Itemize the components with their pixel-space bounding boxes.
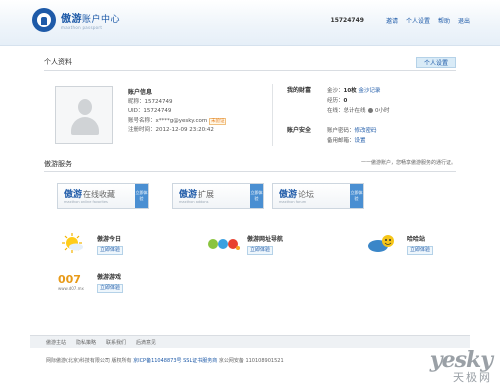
- backup-email-row: 备用邮箱：设置: [327, 138, 366, 144]
- brand-english: maxthon passport: [61, 25, 103, 30]
- account-info-heading: 账户信息: [128, 89, 153, 96]
- game-navigation[interactable]: 傲游网址导航 立即体验: [207, 232, 337, 260]
- set-backup-email-link[interactable]: 设置: [355, 138, 366, 144]
- uid: UID：15724749: [128, 108, 172, 114]
- 466-logo-icon: [208, 239, 240, 250]
- divider: [44, 70, 456, 71]
- haha-icon: [368, 235, 394, 252]
- user-id: 15724749: [330, 17, 364, 24]
- avatar[interactable]: [55, 86, 113, 144]
- divider: [44, 171, 456, 172]
- footer-copyright: 网际傲游(北京)科技有限公司 版权所有 京ICP备11048873号 SSL证书…: [46, 358, 284, 364]
- service-brand: 傲游扩展: [179, 190, 215, 200]
- game-name: 哈哈站: [407, 236, 426, 243]
- nav-help[interactable]: 帮助: [438, 16, 450, 25]
- service-try-button[interactable]: 立即体验: [250, 184, 263, 208]
- footer-link-feedback[interactable]: 后滴意见: [136, 339, 156, 346]
- ssl-link[interactable]: SSL证书服务商: [183, 358, 217, 364]
- maxthon-logo-icon: [32, 8, 56, 32]
- service-en: maxthon addons: [179, 200, 209, 204]
- personal-settings-button[interactable]: 个人设置: [416, 57, 456, 68]
- vertical-divider: [272, 84, 273, 146]
- game-name: 傲游游戏: [97, 274, 122, 281]
- game-name: 傲游今日: [97, 236, 122, 243]
- service-addons[interactable]: 傲游扩展 maxthon addons 立即体验: [172, 183, 264, 209]
- service-en: maxthon online favorites: [64, 200, 108, 204]
- game-try-button[interactable]: 立即体验: [407, 246, 434, 255]
- avatar-head-icon: [78, 99, 92, 115]
- service-en: maxthon forum: [279, 200, 307, 204]
- profile-section-title: 个人资料: [44, 58, 72, 66]
- watermark: yesky 天极网: [430, 347, 493, 385]
- nav-logout[interactable]: 退出: [458, 16, 470, 25]
- game-try-button[interactable]: 立即体验: [97, 284, 124, 293]
- nav-invite[interactable]: 邀请: [386, 16, 398, 25]
- services-note: 一一傲游账户，您畅享傲游服务的通行证。: [360, 160, 456, 166]
- gold-record-link[interactable]: 金沙记录: [358, 88, 380, 94]
- nickname: 昵称：15724749: [128, 98, 173, 105]
- top-nav: 15724749 邀请 个人设置 帮助 退出: [331, 16, 470, 25]
- services-section-title: 傲游服务: [44, 160, 72, 168]
- game-try-button[interactable]: 立即体验: [247, 246, 274, 255]
- service-try-button[interactable]: 立即体验: [350, 184, 363, 208]
- online-row: 在线：总计在线 0小时: [327, 108, 390, 114]
- service-forum[interactable]: 傲游论坛 maxthon forum 立即体验: [272, 183, 364, 209]
- game-name: 傲游网址导航: [247, 236, 284, 243]
- 007-logo-icon: 007 www.d07.mx: [58, 273, 85, 291]
- service-brand: 傲游在线收藏: [64, 190, 116, 200]
- avatar-body-icon: [71, 117, 99, 135]
- change-password-link[interactable]: 修改密码: [355, 128, 377, 134]
- password-row: 账户密码：修改密码: [327, 128, 377, 134]
- service-try-button[interactable]: 立即体验: [135, 184, 148, 208]
- footer-link-privacy[interactable]: 隐私策略: [76, 339, 96, 346]
- game-haha[interactable]: 哈哈站 立即体验: [367, 232, 477, 260]
- footer-nav: 傲游主站 隐私策略 联系我们 后滴意见: [30, 335, 470, 348]
- icp-link[interactable]: 京ICP备11048873号: [133, 358, 181, 364]
- service-brand: 傲游论坛: [279, 190, 315, 200]
- footer-link-contact[interactable]: 联系我们: [106, 339, 126, 346]
- game-today[interactable]: 傲游今日 立即体验: [57, 232, 177, 260]
- game-try-button[interactable]: 立即体验: [97, 246, 124, 255]
- service-online-favorites[interactable]: 傲游在线收藏 maxthon online favorites 立即体验: [57, 183, 149, 209]
- game-games[interactable]: 007 www.d07.mx 傲游游戏 立即体验: [57, 270, 187, 298]
- gold-row: 金沙：10枚 金沙记录: [327, 88, 381, 94]
- register-time: 注册时间：2012-12-09 23:20:42: [128, 127, 214, 133]
- 007-logo-text: 007: [58, 273, 81, 286]
- clock-icon: [368, 108, 374, 113]
- footer-link-home[interactable]: 傲游主站: [46, 339, 66, 346]
- brand-logo[interactable]: 傲游账户中心 maxthon passport: [32, 8, 120, 32]
- brand-name: 傲游账户中心: [61, 14, 121, 25]
- 007-logo-url: www.d07.mx: [58, 286, 85, 291]
- sun-icon: [62, 233, 83, 253]
- email-row: 账号名称：x****g@yesky.com 未验证: [128, 117, 227, 127]
- rank-row: 经历：0: [327, 98, 348, 104]
- email-unverified-badge[interactable]: 未验证: [208, 117, 227, 125]
- email: 账号名称：x****g@yesky.com: [128, 117, 208, 124]
- account-info: 账户信息 昵称：15724749 UID：15724749 账号名称：x****…: [128, 88, 227, 136]
- nav-settings[interactable]: 个人设置: [406, 16, 430, 25]
